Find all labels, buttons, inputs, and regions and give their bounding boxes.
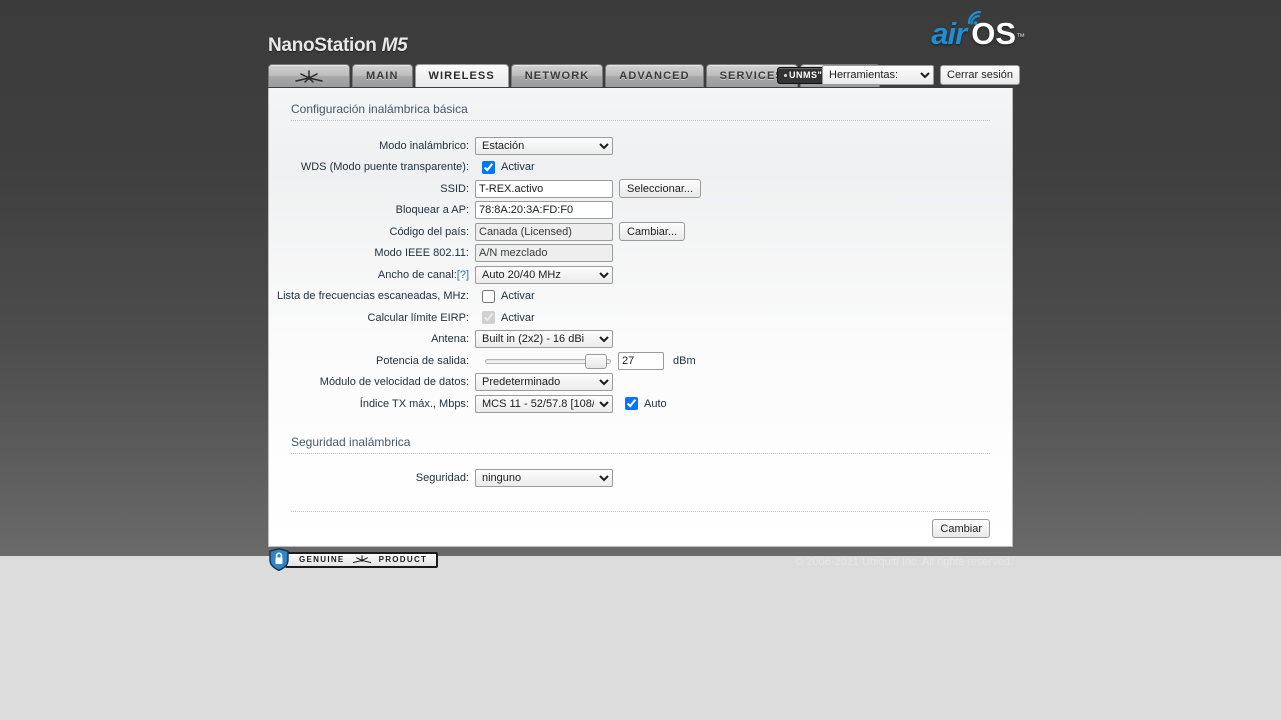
tab-network[interactable]: NETWORK [510, 64, 604, 87]
tab-main-label: MAIN [366, 70, 399, 82]
country-input [475, 222, 613, 241]
row-security: Seguridad: ninguno [269, 468, 1012, 490]
ieee-mode-label: Modo IEEE 802.11: [374, 247, 469, 260]
tab-services-label: SERVICES [719, 70, 784, 82]
tab-advanced[interactable]: ADVANCED [605, 64, 704, 87]
wireless-mode-label: Modo inalámbrico: [379, 139, 469, 152]
wds-checkbox-label: Activar [501, 161, 535, 174]
lock-ap-label: Bloquear a AP: [395, 204, 469, 217]
output-power-slider-knob[interactable] [585, 353, 607, 369]
freq-scan-list-checkbox-label: Activar [501, 290, 535, 303]
country-label: Código del país: [389, 225, 470, 238]
airos-tm: ™ [1016, 31, 1025, 42]
max-tx-rate-auto-label: Auto [644, 397, 667, 410]
channel-width-help-link[interactable]: [?] [457, 269, 469, 281]
row-antenna: Antena: Built in (2x2) - 16 dBi [269, 329, 1012, 351]
row-wireless-mode: Modo inalámbrico: Estación [269, 135, 1012, 157]
lock-shield-icon [269, 548, 289, 571]
eirp-checkbox [482, 311, 495, 325]
content-panel: Configuración inalámbrica básica Modo in… [268, 88, 1013, 547]
wifi-signal-icon [968, 11, 982, 25]
row-ssid: SSID: Seleccionar... [269, 178, 1012, 200]
country-change-button[interactable]: Cambiar... [619, 222, 686, 242]
wds-checkbox[interactable] [482, 160, 495, 174]
row-data-rate-module: Módulo de velocidad de datos: Predetermi… [269, 372, 1012, 394]
basic-settings-rows: Modo inalámbrico: Estación WDS (Modo pue… [269, 135, 1012, 415]
apply-button-label: Cambiar [940, 522, 982, 535]
max-tx-rate-label: Índice TX máx., Mbps: [359, 397, 469, 410]
airos-logo: air OS™ [931, 11, 1025, 51]
data-rate-module-select[interactable]: Predeterminado [475, 373, 613, 392]
unms-status-dot [784, 74, 787, 78]
freq-scan-list-checkbox[interactable] [482, 289, 495, 303]
channel-width-select[interactable]: Auto 20/40 MHz [475, 265, 613, 284]
output-power-label: Potencia de salida: [376, 354, 469, 367]
security-select[interactable]: ninguno [475, 469, 613, 488]
channel-width-label-text: Ancho de canal: [377, 268, 457, 281]
antenna-label: Antena: [431, 333, 469, 346]
tab-network-label: NETWORK [524, 70, 590, 82]
ubiquiti-logo-icon [295, 70, 323, 83]
wds-label: WDS (Modo puente transparente): [300, 161, 469, 174]
freq-scan-list-label: Lista de frecuencias escaneadas, MHz: [277, 290, 469, 303]
tab-advanced-label: ADVANCED [619, 70, 690, 82]
row-max-tx-rate: Índice TX máx., Mbps: MCS 11 - 52/57.8 [… [269, 393, 1012, 415]
ssid-select-button[interactable]: Seleccionar... [619, 179, 702, 199]
product-name: NanoStation [268, 35, 377, 56]
output-power-slider[interactable] [485, 352, 611, 370]
data-rate-module-label: Módulo de velocidad de datos: [319, 376, 469, 389]
tab-wireless-label: WIRELESS [428, 70, 495, 82]
row-channel-width: Ancho de canal:[?] Auto 20/40 MHz [269, 264, 1012, 286]
max-tx-rate-select[interactable]: MCS 11 - 52/57.8 [108/12 [475, 394, 613, 413]
channel-width-label: Ancho de canal:[?] [269, 269, 475, 281]
tab-main[interactable]: MAIN [352, 64, 413, 87]
ssid-select-button-label: Seleccionar... [627, 182, 694, 195]
apply-row: Cambiar [269, 512, 1012, 538]
max-tx-rate-auto-checkbox[interactable] [625, 397, 638, 411]
output-power-unit: dBm [673, 354, 696, 367]
security-label: Seguridad: [415, 472, 469, 485]
ssid-label: SSID: [440, 182, 469, 195]
antenna-select[interactable]: Built in (2x2) - 16 dBi [475, 330, 613, 349]
logout-label: Cerrar sesión [947, 69, 1014, 81]
airos-air-text: air [931, 16, 967, 51]
security-settings-rows: Seguridad: ninguno [269, 468, 1012, 490]
row-eirp: Calcular límite EIRP: Activar [269, 307, 1012, 329]
row-country: Código del país: Cambiar... [269, 221, 1012, 243]
unms-label: UNMS" [789, 70, 823, 80]
lock-ap-input[interactable] [475, 201, 613, 220]
ssid-input[interactable] [475, 179, 613, 198]
ieee-mode-input [475, 244, 613, 263]
tab-wireless[interactable]: WIRELESS [414, 64, 509, 87]
security-section-title: Seguridad inalámbrica [291, 435, 990, 454]
output-power-input[interactable] [618, 351, 664, 370]
row-wds: WDS (Modo puente transparente): Activar [269, 157, 1012, 179]
eirp-label: Calcular límite EIRP: [367, 311, 469, 324]
apply-button[interactable]: Cambiar [932, 519, 990, 538]
row-output-power: Potencia de salida: dBm [269, 350, 1012, 372]
product-model: M5 [381, 35, 408, 56]
eirp-checkbox-label: Activar [501, 311, 535, 324]
wireless-mode-select[interactable]: Estación [475, 136, 613, 155]
logout-button[interactable]: Cerrar sesión [940, 65, 1021, 85]
row-freq-scan-list: Lista de frecuencias escaneadas, MHz: Ac… [269, 286, 1012, 308]
tab-home[interactable] [268, 64, 350, 87]
copyright-text: © 2006-2021 Ubiquiti Inc. All rights res… [795, 556, 1013, 568]
basic-section-title: Configuración inalámbrica básica [291, 102, 990, 121]
product-title: NanoStation M5 [268, 35, 408, 56]
page-lower-background [0, 556, 1281, 720]
row-lock-ap: Bloquear a AP: [269, 200, 1012, 222]
row-ieee-mode: Modo IEEE 802.11: [269, 243, 1012, 265]
tools-dropdown[interactable]: Herramientas: [822, 65, 934, 85]
country-change-button-label: Cambiar... [627, 225, 678, 238]
